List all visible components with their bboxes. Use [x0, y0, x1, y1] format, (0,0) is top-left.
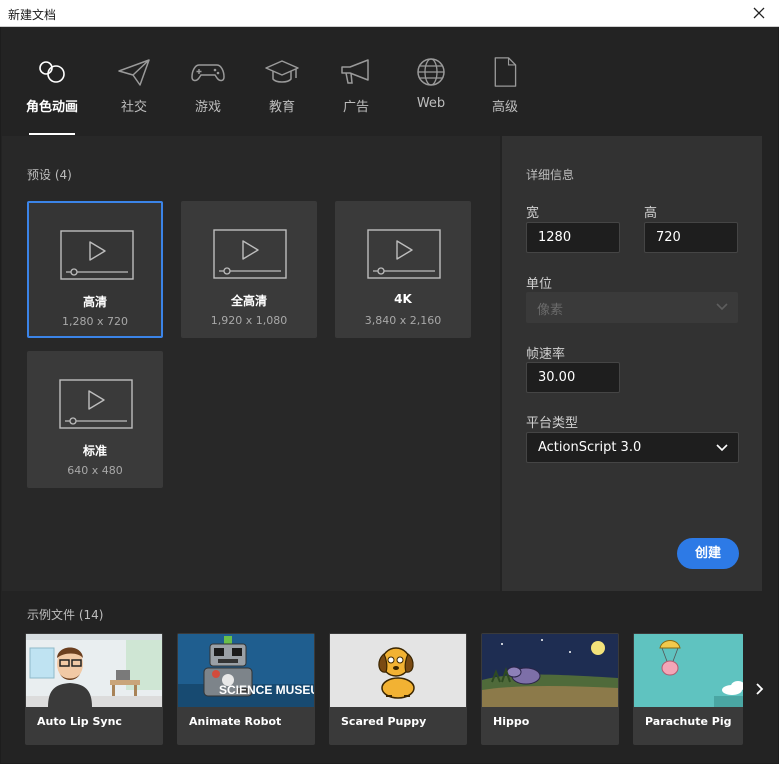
units-label: 单位 — [526, 277, 553, 292]
width-input[interactable]: 1280 — [526, 222, 620, 253]
video-preset-icon — [367, 229, 441, 279]
sample-name: Animate Robot — [189, 715, 282, 728]
paper-plane-icon — [118, 59, 150, 86]
presets-panel: 预设 (4) 高清 1,280 x 720 全高清 1,920 x 1,080 — [2, 136, 500, 591]
tab-label: 角色动画 — [25, 100, 78, 115]
sample-card-hippo[interactable]: Hippo — [481, 633, 619, 745]
platform-value: ActionScript 3.0 — [538, 440, 642, 455]
sample-thumbnail — [482, 634, 618, 707]
tab-games[interactable]: 游戏 — [173, 57, 243, 135]
gamepad-icon — [191, 64, 225, 82]
details-title: 详细信息 — [526, 168, 575, 182]
fps-input[interactable]: 30.00 — [526, 362, 620, 393]
presets-title: 预设 (4) — [27, 168, 72, 182]
tab-character-animation[interactable]: 角色动画 — [17, 57, 87, 135]
video-preset-icon — [60, 230, 134, 280]
samples-title: 示例文件 (14) — [27, 608, 104, 622]
sample-card-animate-robot[interactable]: SCIENCE MUSEUM Animate Robot — [177, 633, 315, 745]
sample-name: Parachute Pig — [645, 715, 732, 728]
window-title: 新建文档 — [8, 8, 57, 22]
tab-label: 社交 — [120, 100, 147, 115]
tab-social[interactable]: 社交 — [99, 57, 169, 135]
document-icon — [494, 57, 517, 87]
preset-card-hd[interactable]: 高清 1,280 x 720 — [27, 201, 163, 338]
platform-select[interactable]: ActionScript 3.0 — [526, 432, 739, 463]
sample-name: Scared Puppy — [341, 715, 427, 728]
preset-size: 640 x 480 — [67, 464, 123, 477]
sample-card-parachute-pig[interactable]: Parachute Pig — [633, 633, 743, 745]
preset-card-4k[interactable]: 4K 3,840 x 2,160 — [335, 201, 471, 338]
preset-name: 4K — [394, 292, 412, 306]
chevron-down-icon — [716, 303, 728, 311]
sample-thumbnail: SCIENCE MUSEUM — [178, 634, 314, 707]
preset-size: 3,840 x 2,160 — [364, 314, 442, 327]
tab-advanced[interactable]: 高级 — [470, 57, 540, 135]
sample-thumb-text: SCIENCE MUSEUM — [219, 683, 314, 697]
chevron-right-icon — [756, 683, 764, 695]
preset-size: 1,920 x 1,080 — [210, 314, 288, 327]
tab-education[interactable]: 教育 — [247, 57, 317, 135]
megaphone-icon — [341, 59, 369, 84]
fps-label: 帧速率 — [526, 347, 566, 362]
units-select[interactable]: 像素 — [526, 292, 738, 323]
preset-name: 高清 — [82, 295, 107, 309]
tab-label: 广告 — [342, 100, 369, 115]
units-value: 像素 — [537, 303, 564, 318]
tab-label: 高级 — [491, 100, 518, 115]
title-bar: 新建文档 — [0, 0, 779, 27]
height-input[interactable]: 720 — [644, 222, 738, 253]
sample-name: Auto Lip Sync — [37, 715, 122, 728]
details-panel: 详细信息 宽 1280 高 720 单位 像素 帧速率 30.00 平台类型 A… — [502, 136, 762, 591]
height-label: 高 — [644, 206, 658, 221]
tab-label: Web — [416, 96, 446, 111]
sample-card-auto-lip-sync[interactable]: Auto Lip Sync — [25, 633, 163, 745]
tab-label: 游戏 — [194, 100, 221, 115]
chevron-down-icon — [716, 444, 728, 452]
sample-thumbnail — [330, 634, 466, 707]
close-icon — [753, 7, 765, 19]
samples-next-button[interactable] — [749, 677, 771, 701]
create-button[interactable]: 创建 — [677, 538, 739, 569]
video-preset-icon — [213, 229, 287, 279]
character-animation-icon — [39, 61, 65, 83]
sample-thumbnail — [634, 634, 743, 707]
preset-size: 1,280 x 720 — [62, 315, 128, 328]
preset-card-full-hd[interactable]: 全高清 1,920 x 1,080 — [181, 201, 317, 338]
category-tabs: 角色动画 社交 游戏 教育 广告 Web 高级 — [1, 27, 778, 135]
globe-icon — [417, 58, 445, 86]
tab-web[interactable]: Web — [396, 57, 466, 135]
sample-thumbnail — [26, 634, 162, 707]
tab-advertising[interactable]: 广告 — [321, 57, 391, 135]
close-button[interactable] — [739, 0, 779, 26]
tab-label: 教育 — [268, 100, 295, 115]
sample-card-scared-puppy[interactable]: Scared Puppy — [329, 633, 467, 745]
sample-name: Hippo — [493, 715, 530, 728]
platform-label: 平台类型 — [526, 416, 579, 431]
graduation-cap-icon — [265, 60, 299, 83]
preset-name: 标准 — [82, 444, 107, 458]
new-document-dialog: 角色动画 社交 游戏 教育 广告 Web 高级 预设 (4) 高清 1,280 … — [1, 27, 778, 763]
preset-name: 全高清 — [230, 294, 267, 308]
video-preset-icon — [59, 379, 133, 429]
preset-card-standard[interactable]: 标准 640 x 480 — [27, 351, 163, 488]
width-label: 宽 — [526, 206, 540, 221]
